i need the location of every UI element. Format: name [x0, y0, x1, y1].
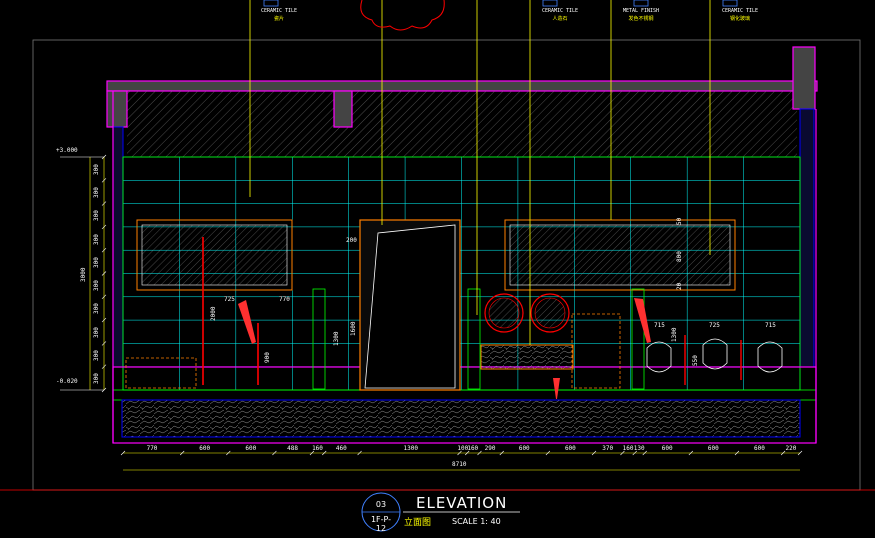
callout-3-zh: 发色不锈钢 [628, 16, 654, 22]
bottom-dim-label: 600 [564, 445, 576, 452]
bottom-dim-label: 600 [245, 445, 257, 452]
bottom-dim-label: 770 [146, 445, 158, 452]
left-dim-label: 300 [93, 326, 100, 338]
green-post-2 [467, 288, 481, 390]
dim-770: 770 [279, 296, 290, 303]
callout-3-en: METAL FINISH [622, 8, 660, 14]
title-sheet: 1F-P-12 [370, 515, 392, 533]
callout-2-en: CERAMIC TILE [541, 8, 579, 14]
dim-550: 550 [692, 355, 699, 366]
column-mid [333, 90, 353, 128]
column-left [106, 90, 128, 128]
title-number: 03 [375, 500, 387, 509]
mirror-left-inner [141, 224, 288, 286]
bottom-dim-label: 1300 [403, 445, 418, 452]
door-leaf [364, 224, 456, 389]
level-bottom-label: -0.020 [56, 378, 78, 385]
dim-725b: 725 [709, 322, 720, 329]
bottom-dim-label: 600 [199, 445, 211, 452]
arrow-1 [238, 300, 256, 344]
callout-boxes [263, 0, 738, 7]
bottom-dim-label: 220 [785, 445, 797, 452]
bottom-dim-label: 290 [484, 445, 496, 452]
bottom-dim-label: 160 [312, 445, 323, 452]
bottom-dim-label: 600 [754, 445, 765, 452]
bottom-dim-label: 130 [633, 445, 645, 452]
dim-715b: 715 [765, 322, 776, 329]
column-right [792, 46, 816, 110]
bottom-dim-label: 488 [287, 445, 299, 452]
left-dim-label: 300 [93, 303, 100, 315]
green-post-1 [312, 288, 326, 390]
callout-1-en: CERAMIC TILE [260, 8, 298, 14]
dim-20: 20 [676, 282, 683, 290]
left-dim-label: 300 [93, 373, 100, 385]
dim-1300b: 1300 [671, 327, 678, 342]
overall-dim-label: 8710 [452, 461, 467, 468]
revision-cloud [360, 0, 445, 31]
bottom-dim-label: 600 [518, 445, 530, 452]
title-scale: SCALE 1: 40 [452, 517, 501, 526]
callout-1-zh: 瓷片 [273, 16, 284, 22]
dim-800: 800 [676, 251, 683, 262]
dim-715a: 715 [654, 322, 665, 329]
cabinet-right [571, 313, 621, 389]
left-dim-label: 300 [93, 280, 100, 292]
bottom-dim-label: 370 [602, 445, 614, 452]
title-name: ELEVATION [416, 494, 508, 512]
bottom-dim-label: 600 [707, 445, 719, 452]
floor-line [112, 389, 817, 401]
floor-slab [121, 399, 801, 438]
left-dim-label: 300 [93, 350, 100, 362]
dim-1600: 1600 [350, 321, 357, 336]
ceiling-void-hatch [127, 91, 797, 157]
left-dim-label: 300 [93, 187, 100, 198]
bottom-dim-label: 600 [661, 445, 673, 452]
bottom-dim-label: 160 [467, 445, 479, 452]
title-zh-name: 立面图 [404, 518, 432, 528]
wall-right [799, 108, 815, 368]
left-dim-label: 300 [93, 163, 100, 175]
wall-left [112, 126, 124, 368]
bottom-dim-label: 160 [622, 445, 634, 452]
basin-left-inner [488, 297, 520, 329]
basin-right-inner [534, 297, 566, 329]
dim-900: 900 [264, 352, 271, 363]
dim-50: 50 [676, 217, 683, 225]
callout-4-zh: 钢化玻璃 [729, 16, 750, 22]
ceiling-beam [106, 80, 818, 92]
urinals [646, 335, 783, 385]
level-top-label: +3.000 [56, 147, 78, 154]
callout-4-en: CERAMIC TILE [721, 8, 759, 14]
left-dim-label: 300 [93, 233, 100, 245]
left-total-label: 3000 [80, 267, 87, 282]
dim-200: 200 [346, 237, 357, 244]
arrow-2 [634, 298, 651, 343]
dim-1300a: 1300 [333, 331, 340, 346]
elevation-drawing [0, 0, 875, 532]
arrow-3 [553, 378, 560, 399]
callout-2-zh: 人造石 [552, 16, 568, 22]
mirror-right-inner [509, 224, 731, 286]
cabinet-left [125, 357, 197, 389]
bottom-dim-label: 460 [335, 445, 347, 452]
left-dim-label: 300 [93, 257, 100, 268]
dim-725a: 725 [224, 296, 235, 303]
left-dim-label: 300 [93, 210, 100, 222]
vanity-counter [480, 344, 574, 370]
dim-2000: 2000 [210, 306, 217, 321]
